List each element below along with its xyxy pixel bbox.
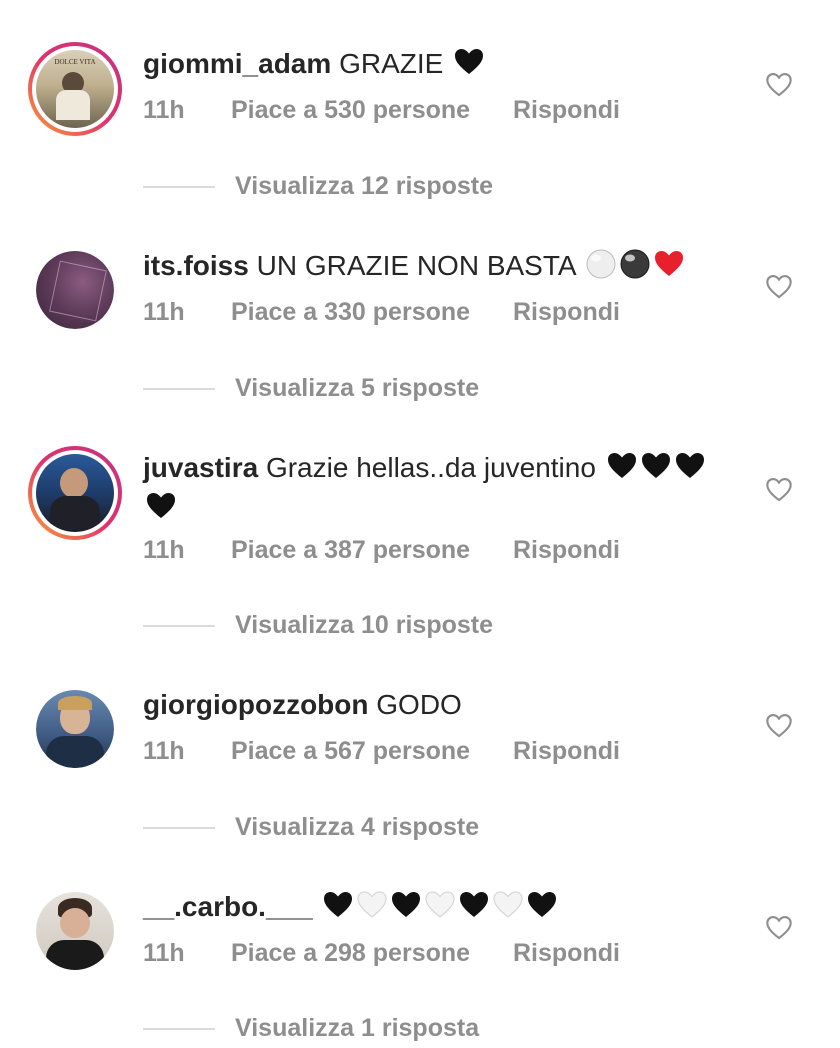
view-replies[interactable]: Visualizza 5 risposte (143, 368, 479, 408)
emoji-group (583, 249, 685, 281)
comment-meta: 11h Piace a 298 persone Rispondi (143, 933, 620, 973)
view-replies[interactable]: Visualizza 4 risposte (143, 807, 479, 847)
timestamp: 11h (143, 737, 185, 765)
view-replies-label[interactable]: Visualizza 4 risposte (235, 813, 479, 841)
comment-meta: 11h Piace a 530 persone Rispondi (143, 90, 620, 130)
likes-count[interactable]: Piace a 298 persone (231, 933, 513, 973)
white-heart-emoji (357, 891, 387, 918)
likes-count[interactable]: Piace a 567 persone (231, 731, 513, 771)
reply-button[interactable]: Rispondi (513, 530, 620, 570)
comment-text: its.foiss UN GRAZIE NON BASTA (143, 246, 730, 286)
likes-count[interactable]: Piace a 330 persone (231, 292, 513, 332)
timestamp: 11h (143, 298, 185, 326)
black-heart-emoji (528, 892, 557, 917)
black-heart-emoji (324, 892, 353, 917)
black-heart-emoji (460, 892, 489, 917)
black-heart-emoji (455, 49, 484, 74)
timestamp: 11h (143, 96, 185, 124)
emoji-group (320, 891, 558, 922)
username[interactable]: giommi_adam (143, 48, 331, 79)
black-heart-emoji (607, 453, 636, 478)
comment-body: GODO (376, 689, 462, 720)
black-heart-emoji (392, 892, 421, 917)
comment-meta: 11h Piace a 330 persone Rispondi (143, 292, 620, 332)
avatar[interactable] (36, 892, 114, 970)
comment-body: Grazie hellas..da juventino (265, 452, 596, 483)
white-circle-emoji (586, 249, 616, 279)
black-circle-emoji (620, 249, 650, 279)
comment-text: __.carbo.___ (143, 887, 730, 927)
replies-divider (143, 827, 215, 830)
heart-outline-icon[interactable] (765, 273, 793, 299)
black-heart-emoji (675, 453, 704, 478)
replies-divider (143, 625, 215, 628)
white-heart-emoji (493, 891, 523, 918)
comment-text: giorgiopozzobon GODO (143, 685, 730, 725)
avatar[interactable] (28, 446, 122, 540)
heart-outline-icon[interactable] (765, 914, 793, 940)
view-replies[interactable]: Visualizza 12 risposte (143, 166, 493, 206)
username[interactable]: juvastira (143, 452, 258, 483)
comment-body: GRAZIE (339, 48, 444, 79)
black-heart-emoji (147, 493, 175, 518)
username[interactable]: its.foiss (143, 250, 249, 281)
view-replies-label[interactable]: Visualizza 12 risposte (235, 172, 493, 200)
avatar-title: DOLCE VITA (54, 58, 96, 66)
username[interactable]: giorgiopozzobon (143, 689, 369, 720)
red-heart-emoji (654, 251, 683, 276)
reply-button[interactable]: Rispondi (513, 292, 620, 332)
white-heart-emoji (425, 891, 455, 918)
view-replies-label[interactable]: Visualizza 5 risposte (235, 374, 479, 402)
view-replies-label[interactable]: Visualizza 10 risposte (235, 611, 493, 639)
avatar[interactable] (36, 251, 114, 329)
likes-count[interactable]: Piace a 387 persone (231, 530, 513, 570)
view-replies-label[interactable]: Visualizza 1 risposta (235, 1014, 479, 1042)
heart-outline-icon[interactable] (765, 71, 793, 97)
timestamp: 11h (143, 536, 185, 564)
comment-meta: 11h Piace a 567 persone Rispondi (143, 731, 620, 771)
comment-body: UN GRAZIE NON BASTA (256, 250, 576, 281)
likes-count[interactable]: Piace a 530 persone (231, 90, 513, 130)
reply-button[interactable]: Rispondi (513, 933, 620, 973)
reply-button[interactable]: Rispondi (513, 731, 620, 771)
timestamp: 11h (143, 939, 185, 967)
comment-meta: 11h Piace a 387 persone Rispondi (143, 530, 620, 570)
username[interactable]: __.carbo.___ (143, 891, 313, 922)
comment-text: juvastira Grazie hellas..da juventino (143, 448, 730, 528)
replies-divider (143, 1028, 215, 1031)
reply-button[interactable]: Rispondi (513, 90, 620, 130)
replies-divider (143, 186, 215, 189)
heart-outline-icon[interactable] (765, 476, 793, 502)
emoji-group (451, 48, 485, 79)
heart-outline-icon[interactable] (765, 712, 793, 738)
view-replies[interactable]: Visualizza 10 risposte (143, 605, 493, 645)
avatar[interactable]: DOLCE VITA (28, 42, 122, 136)
avatar[interactable] (36, 690, 114, 768)
replies-divider (143, 388, 215, 391)
black-heart-emoji (641, 453, 670, 478)
comment-text: giommi_adam GRAZIE (143, 44, 730, 84)
view-replies[interactable]: Visualizza 1 risposta (143, 1008, 479, 1048)
